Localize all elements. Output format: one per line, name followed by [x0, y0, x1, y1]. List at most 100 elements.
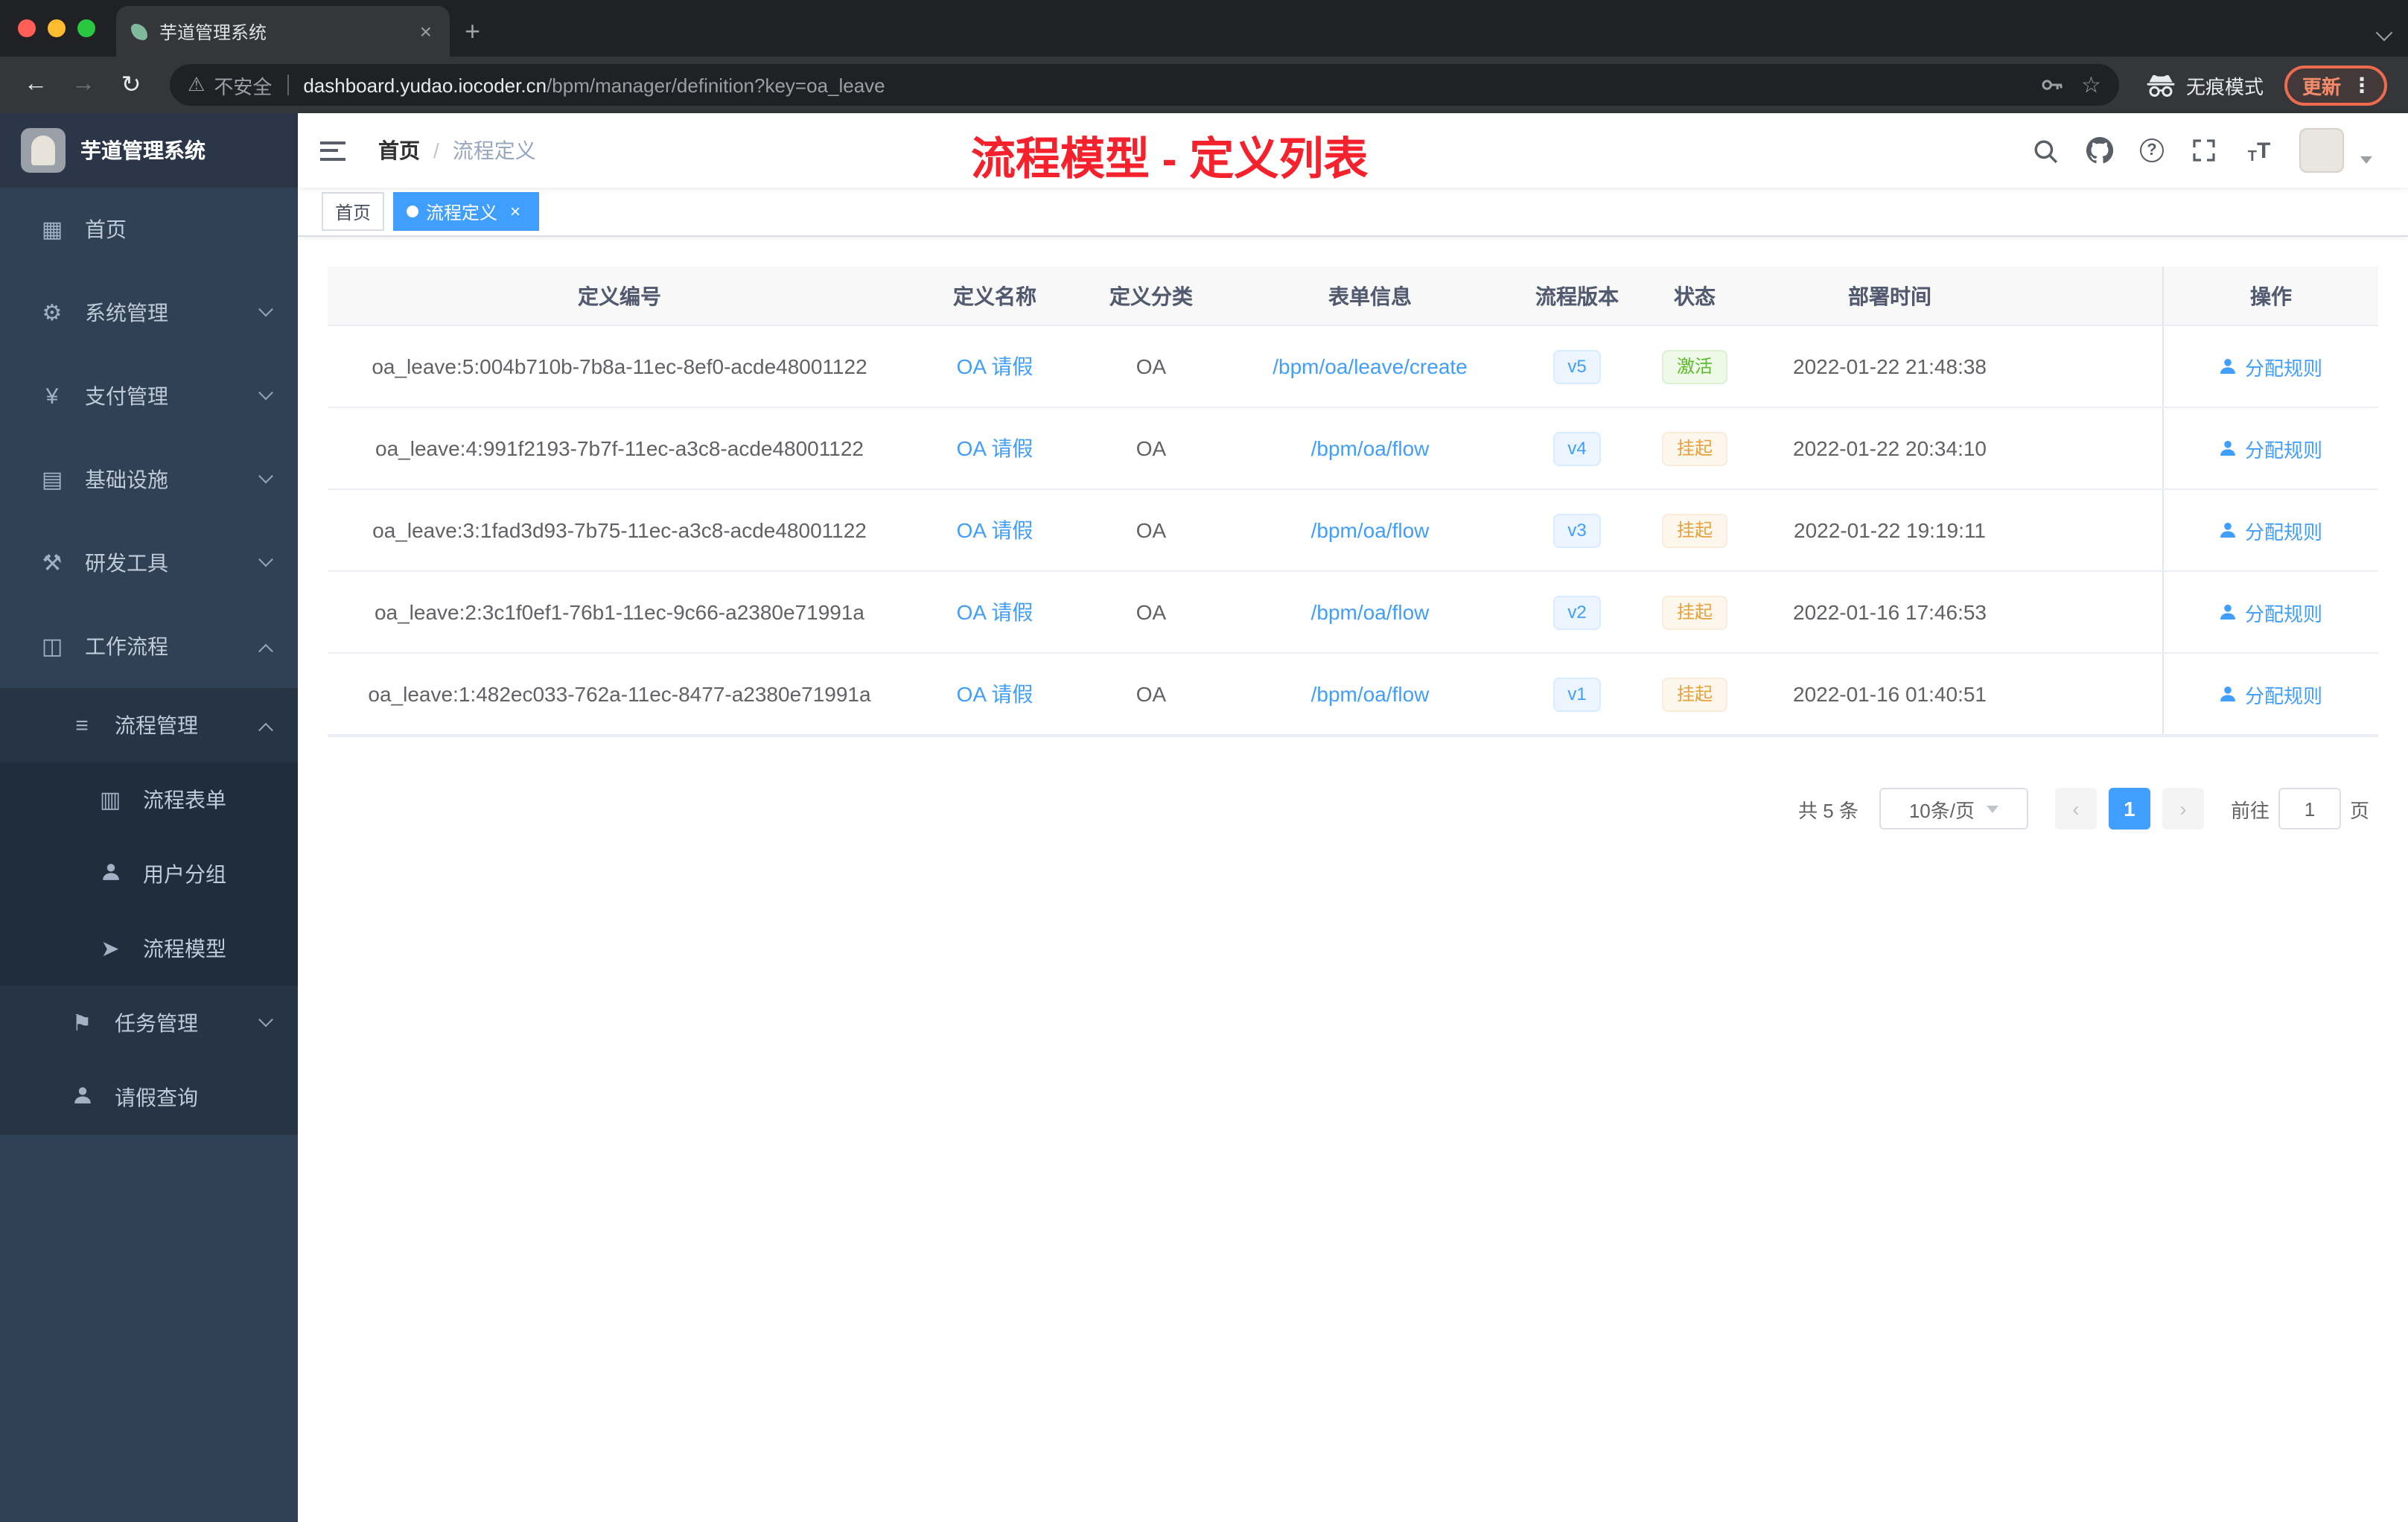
definition-category: OA [1135, 518, 1167, 542]
sidebar-item-home[interactable]: ▦ 首页 [0, 188, 298, 271]
help-icon[interactable]: ? [2140, 138, 2164, 162]
forward-button[interactable]: → [63, 64, 104, 106]
browser-tab[interactable]: 芋道管理系统 × [116, 6, 450, 57]
form-info-link[interactable]: /bpm/oa/leave/create [1273, 354, 1468, 378]
prev-page-button[interactable]: ‹ [2054, 788, 2097, 830]
back-button[interactable]: ← [15, 64, 57, 106]
url-text: dashboard.yudao.iocoder.cn/bpm/manager/d… [303, 74, 2022, 96]
definition-name-link[interactable]: OA 请假 [957, 436, 1033, 460]
definition-id: oa_leave:3:1fad3d93-7b75-11ec-a3c8-acde4… [372, 518, 867, 542]
sidebar-item-leave-query[interactable]: 请假查询 [0, 1060, 298, 1135]
breadcrumb-current: 流程定义 [452, 138, 536, 162]
reload-button[interactable]: ↻ [110, 64, 152, 106]
hamburger-icon[interactable] [298, 113, 366, 188]
tab-search-icon[interactable] [2375, 24, 2393, 42]
sidebar-item-task-management[interactable]: ⚑ 任务管理 [0, 986, 298, 1060]
sidebar-item-system-management[interactable]: ⚙ 系统管理 [0, 271, 298, 354]
current-page-button[interactable]: 1 [2108, 788, 2150, 830]
sidebar-item-process-form[interactable]: ▥ 流程表单 [0, 762, 298, 837]
sidebar-item-payment-management[interactable]: ¥ 支付管理 [0, 354, 298, 438]
sidebar-item-infrastructure[interactable]: ▤ 基础设施 [0, 438, 298, 521]
deploy-time: 2022-01-22 19:19:11 [1794, 518, 1986, 542]
deploy-time: 2022-01-16 17:46:53 [1793, 600, 1987, 624]
sidebar-item-process-management[interactable]: ≡ 流程管理 [0, 688, 298, 762]
dashboard-icon: ▦ [41, 217, 63, 243]
sidebar-item-dev-tools[interactable]: ⚒ 研发工具 [0, 521, 298, 605]
goto-page-input[interactable]: 1 [2278, 788, 2341, 830]
browser-toolbar: ← → ↻ ⚠ 不安全 dashboard.yudao.iocoder.cn/b… [0, 57, 2408, 113]
fullscreen-icon[interactable] [2189, 136, 2219, 165]
status-badge: 挂起 [1661, 431, 1727, 465]
tag-home[interactable]: 首页 [322, 192, 385, 231]
tag-process-definition[interactable]: 流程定义 × [393, 192, 540, 231]
browser-tab-strip: 芋道管理系统 × + [0, 0, 2408, 57]
table-row: oa_leave:3:1fad3d93-7b75-11ec-a3c8-acde4… [328, 490, 2378, 572]
logo-avatar [21, 128, 66, 173]
chrome-update-button[interactable]: 更新 ⋮ [2284, 65, 2387, 105]
new-tab-button[interactable]: + [450, 16, 498, 57]
app-logo[interactable]: 芋道管理系统 [0, 113, 298, 188]
status-badge: 挂起 [1661, 677, 1727, 711]
page-size-select[interactable]: 10条/页 [1879, 788, 2028, 830]
definition-id: oa_leave:1:482ec033-762a-11ec-8477-a2380… [368, 682, 871, 706]
assign-rule-link[interactable]: 分配规则 [2220, 680, 2322, 708]
breadcrumb-home[interactable]: 首页 [378, 136, 420, 165]
address-bar[interactable]: ⚠ 不安全 dashboard.yudao.iocoder.cn/bpm/man… [170, 64, 2119, 106]
password-key-icon[interactable] [2039, 73, 2063, 97]
column-header: 定义分类 [1109, 284, 1193, 308]
chevron-up-icon [258, 722, 273, 737]
close-window-button[interactable] [18, 19, 36, 37]
sidebar-menu: ▦ 首页 ⚙ 系统管理 ¥ 支付管理 ▤ 基础设施 ⚒ 研发工具 ◫ 工作流程 … [0, 188, 298, 1522]
sidebar: 芋道管理系统 ▦ 首页 ⚙ 系统管理 ¥ 支付管理 ▤ 基础设施 ⚒ 研发工具 … [0, 113, 298, 1522]
assign-rule-link[interactable]: 分配规则 [2220, 434, 2322, 462]
window-controls [0, 0, 116, 57]
form-info-link[interactable]: /bpm/oa/flow [1311, 518, 1430, 542]
sidebar-item-process-model[interactable]: ➤ 流程模型 [0, 911, 298, 986]
url-domain: dashboard.yudao.iocoder.cn [303, 74, 547, 96]
screenshot-stage: 芋道管理系统 × + ← → ↻ ⚠ 不安全 dashboard.yudao.i… [0, 0, 2408, 1522]
gear-icon: ⚙ [42, 301, 63, 326]
assign-rule-link[interactable]: 分配规则 [2220, 598, 2322, 626]
person-icon [2220, 359, 2236, 374]
tools-icon: ⚒ [42, 551, 63, 576]
definition-name-link[interactable]: OA 请假 [957, 600, 1033, 624]
form-info-link[interactable]: /bpm/oa/flow [1311, 682, 1430, 706]
definition-category: OA [1135, 682, 1167, 706]
assign-rule-link[interactable]: 分配规则 [2220, 516, 2322, 544]
github-icon[interactable] [2085, 136, 2115, 165]
definition-category: OA [1135, 354, 1167, 378]
next-page-button[interactable]: › [2162, 788, 2204, 830]
bookmark-star-icon[interactable]: ☆ [2081, 71, 2101, 98]
tags-view-bar: 首页 流程定义 × [298, 188, 2408, 237]
form-info-link[interactable]: /bpm/oa/flow [1311, 436, 1430, 460]
version-badge: v5 [1552, 349, 1602, 383]
tab-close-icon[interactable]: × [417, 19, 435, 43]
font-size-icon[interactable]: TT [2244, 136, 2274, 165]
chevron-down-icon [258, 551, 273, 567]
zoom-window-button[interactable] [77, 19, 95, 37]
url-path: /bpm/manager/definition?key=oa_leave [547, 74, 885, 96]
form-info-link[interactable]: /bpm/oa/flow [1311, 600, 1430, 624]
definition-name-link[interactable]: OA 请假 [957, 354, 1033, 378]
chevron-down-icon [258, 468, 273, 483]
search-icon[interactable] [2030, 136, 2060, 165]
navbar-actions: ? TT [2030, 128, 2372, 173]
assign-rule-link[interactable]: 分配规则 [2220, 352, 2322, 380]
table-row: oa_leave:2:3c1f0ef1-76b1-11ec-9c66-a2380… [328, 572, 2378, 654]
minimize-window-button[interactable] [48, 19, 66, 37]
user-avatar[interactable] [2299, 128, 2344, 173]
browser-menu-icon[interactable]: ⋮ [2351, 72, 2372, 98]
total-count: 共 5 条 [1798, 799, 1858, 821]
definition-name-link[interactable]: OA 请假 [957, 518, 1033, 542]
goto-unit-label: 页 [2349, 799, 2369, 821]
tag-close-icon[interactable]: × [505, 201, 526, 222]
sidebar-item-user-group[interactable]: 用户分组 [0, 837, 298, 911]
sidebar-item-workflow[interactable]: ◫ 工作流程 [0, 605, 298, 688]
workflow-icon: ◫ [41, 634, 63, 660]
definition-name-link[interactable]: OA 请假 [957, 682, 1033, 706]
page-content: 定义编号 定义名称 定义分类 表单信息 流程版本 状态 部署时间 操作 oa_l… [298, 237, 2408, 1522]
avatar-dropdown-icon[interactable] [2360, 156, 2372, 163]
breadcrumb-separator: / [433, 138, 439, 162]
form-icon: ▥ [99, 788, 121, 813]
table-row: oa_leave:4:991f2193-7b7f-11ec-a3c8-acde4… [328, 408, 2378, 490]
